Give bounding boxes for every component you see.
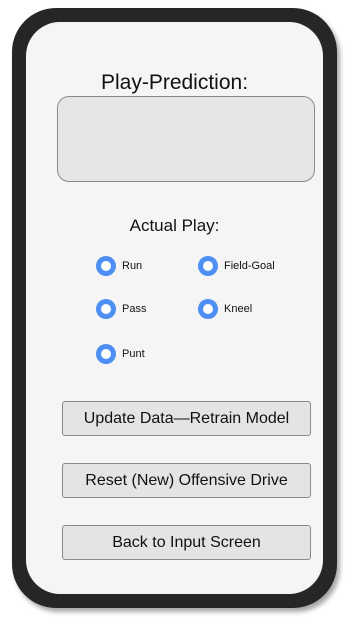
app-screen: Play-Prediction: Actual Play: Run Field-… [26, 22, 323, 594]
radio-circle-icon [96, 299, 116, 319]
radio-label-pass: Pass [122, 303, 147, 315]
update-retrain-button[interactable]: Update Data—Retrain Model [62, 401, 311, 436]
radio-circle-icon [198, 299, 218, 319]
radio-circle-icon [96, 256, 116, 276]
radio-kneel[interactable]: Kneel [198, 299, 252, 319]
page-title: Play-Prediction: [100, 71, 249, 94]
actual-play-label: Actual Play: [129, 216, 220, 235]
radio-pass[interactable]: Pass [96, 299, 146, 319]
radio-label-field-goal: Field-Goal [224, 260, 275, 272]
reset-drive-button[interactable]: Reset (New) Offensive Drive [62, 463, 311, 498]
radio-punt[interactable]: Punt [96, 344, 145, 364]
radio-run[interactable]: Run [96, 256, 142, 276]
phone-frame: Play-Prediction: Actual Play: Run Field-… [12, 8, 337, 608]
radio-field-goal[interactable]: Field-Goal [198, 256, 275, 276]
radio-label-punt: Punt [122, 348, 145, 360]
prediction-output-box [57, 96, 315, 182]
radio-circle-icon [198, 256, 218, 276]
radio-label-kneel: Kneel [224, 303, 253, 315]
radio-label-run: Run [122, 260, 143, 272]
radio-circle-icon [96, 344, 116, 364]
back-to-input-button[interactable]: Back to Input Screen [62, 525, 311, 560]
